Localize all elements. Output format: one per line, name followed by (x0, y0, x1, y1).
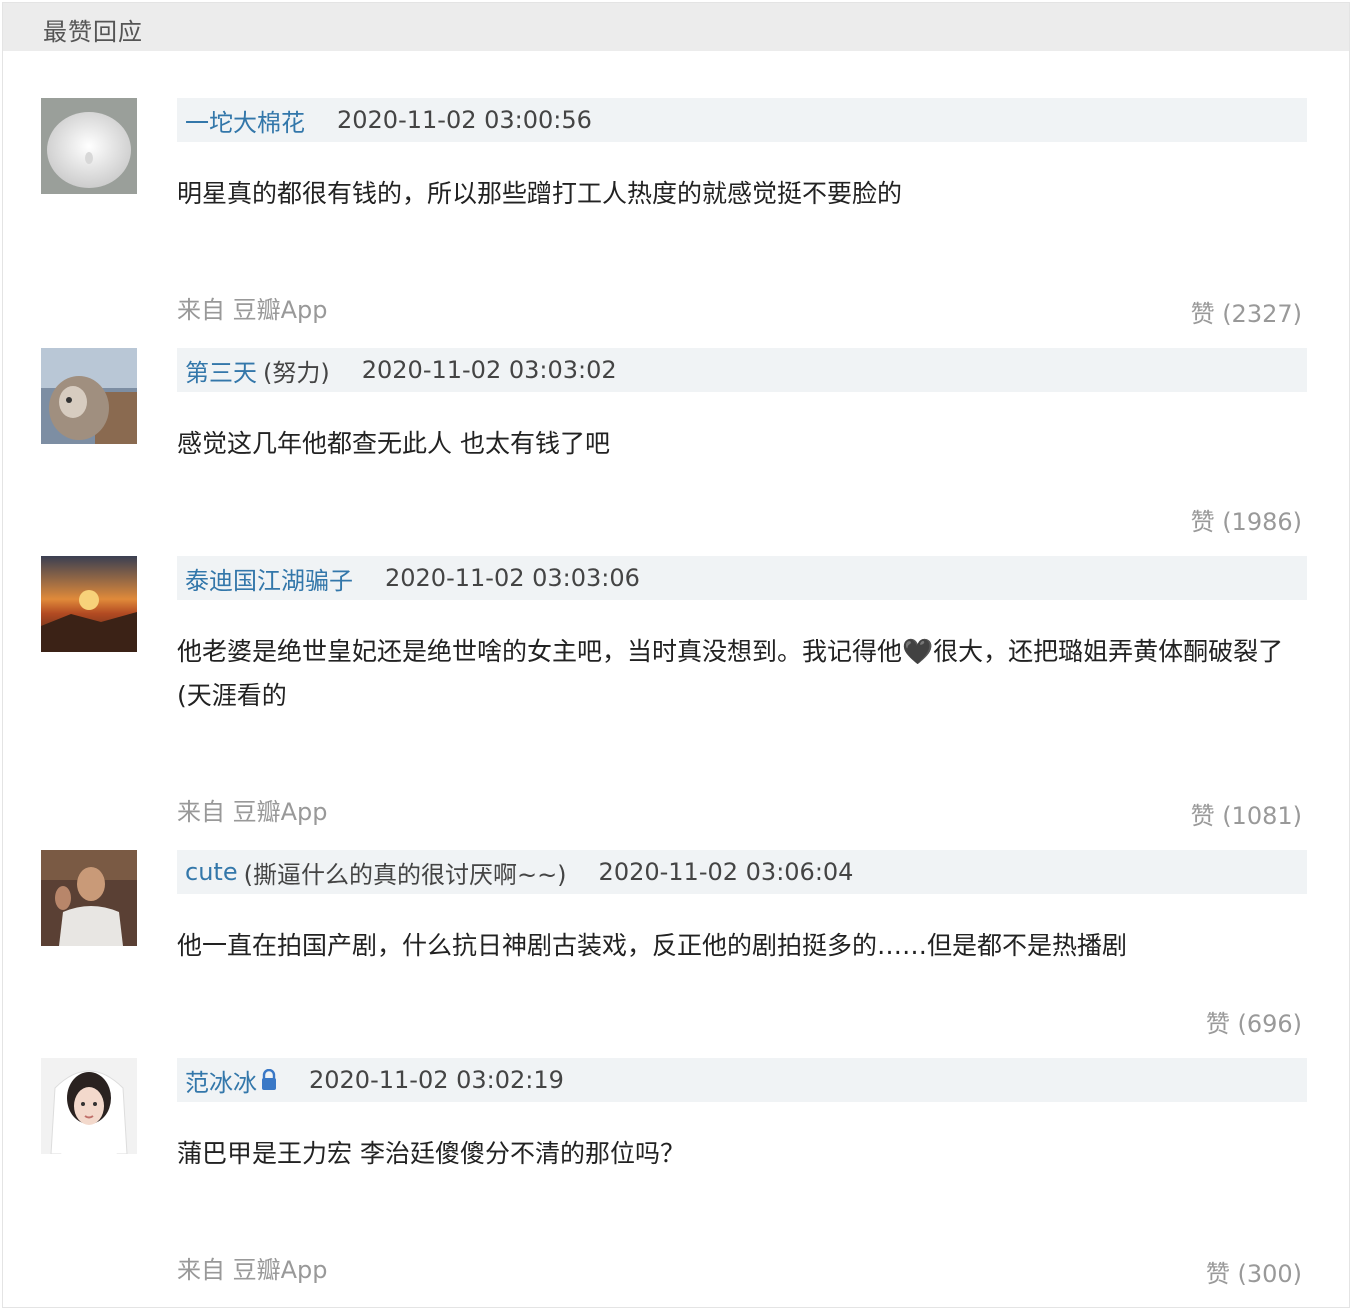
comment-meta: 范冰冰 2020-11-02 03:02:19 (177, 1058, 1307, 1102)
comment-source: 来自 豆瓣App (177, 1256, 328, 1284)
comment-text: 感觉这几年他都查无此人 也太有钱了吧 (177, 429, 610, 458)
avatar[interactable] (41, 348, 137, 444)
lock-icon (261, 1068, 277, 1091)
username-link[interactable]: 第三天 (185, 353, 257, 388)
like-button[interactable]: 赞 (696) (1206, 1004, 1302, 1039)
comment-meta: 一坨大棉花 2020-11-02 03:00:56 (177, 98, 1307, 142)
comment-time: 2020-11-02 03:00:56 (337, 106, 592, 134)
comment-text: 他一直在拍国产剧，什么抗日神剧古装戏，反正他的剧拍挺多的……但是都不是热播剧 (177, 931, 1128, 960)
like-button[interactable]: 赞 (2327) (1191, 294, 1302, 329)
comment-source: 来自 豆瓣App (177, 798, 328, 826)
section-title: 最赞回应 (43, 18, 143, 46)
username-link[interactable]: cute (185, 858, 238, 886)
comment-text: 他老婆是绝世皇妃还是绝世啥的女主吧，当时真没想到。我记得他🖤很大，还把璐姐弄黄体… (177, 637, 1284, 710)
username-link[interactable]: 一坨大棉花 (185, 103, 305, 138)
like-button[interactable]: 赞 (300) (1206, 1254, 1302, 1289)
comment-meta: 泰迪国江湖骗子 2020-11-02 03:03:06 (177, 556, 1307, 600)
avatar[interactable] (41, 1058, 137, 1154)
comment-time: 2020-11-02 03:02:19 (309, 1066, 564, 1094)
like-button[interactable]: 赞 (1986) (1191, 502, 1302, 537)
comment-meta: cute (撕逼什么的真的很讨厌啊~~) 2020-11-02 03:06:04 (177, 850, 1307, 894)
comment-text: 蒲巴甲是王力宏 李治廷傻傻分不清的那位吗？ (177, 1139, 685, 1168)
avatar[interactable] (41, 98, 137, 194)
user-signature: (撕逼什么的真的很讨厌啊~~) (243, 860, 567, 889)
avatar[interactable] (41, 556, 137, 652)
comment-time: 2020-11-02 03:03:06 (385, 564, 640, 592)
comment-time: 2020-11-02 03:06:04 (598, 858, 854, 886)
username-link[interactable]: 泰迪国江湖骗子 (185, 561, 353, 596)
like-button[interactable]: 赞 (1081) (1191, 796, 1302, 831)
username-link[interactable]: 范冰冰 (185, 1063, 257, 1098)
user-signature: (努力) (263, 358, 330, 387)
comment-source: 来自 豆瓣App (177, 296, 328, 324)
section-header: 最赞回应 (3, 3, 1349, 51)
avatar[interactable] (41, 850, 137, 946)
comment-text: 明星真的都很有钱的，所以那些蹭打工人热度的就感觉挺不要脸的 (177, 179, 903, 208)
comment-time: 2020-11-02 03:03:02 (361, 356, 617, 384)
comment-meta: 第三天 (努力) 2020-11-02 03:03:02 (177, 348, 1307, 392)
